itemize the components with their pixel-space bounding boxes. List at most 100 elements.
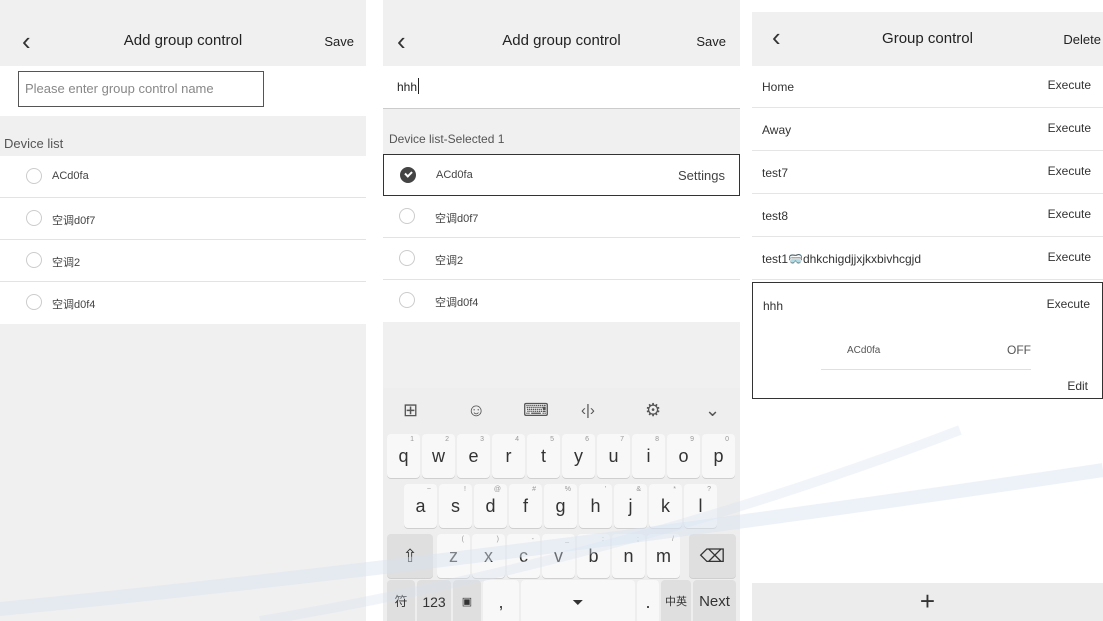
key-k[interactable]: * k: [649, 484, 682, 528]
key-o[interactable]: 9o: [667, 434, 700, 478]
device-row[interactable]: 空调d0f7: [0, 198, 366, 240]
delete-key[interactable]: ⌫: [689, 534, 736, 578]
symbol-key[interactable]: 符: [387, 580, 415, 621]
key-label: e: [468, 446, 479, 466]
key-u[interactable]: 7u: [597, 434, 630, 478]
key-w[interactable]: 2w: [422, 434, 455, 478]
execute-button[interactable]: Execute: [1047, 297, 1090, 311]
key-i[interactable]: 8i: [632, 434, 665, 478]
comma-key[interactable]: ,: [483, 580, 519, 621]
device-name: ACd0fa: [52, 170, 89, 182]
device-row-selected[interactable]: ACd0fa Settings: [383, 154, 740, 196]
group-name-input[interactable]: Please enter group control name: [18, 71, 264, 107]
execute-button[interactable]: Execute: [1048, 250, 1091, 264]
device-row[interactable]: 空调2: [383, 238, 740, 280]
device-row[interactable]: ACd0fa: [0, 156, 366, 198]
radio-button[interactable]: [26, 210, 42, 226]
settings-button[interactable]: Settings: [678, 168, 725, 183]
device-name: ACd0fa: [847, 345, 881, 356]
key-n[interactable]: ; n: [612, 534, 645, 578]
radio-button-checked[interactable]: [400, 167, 416, 183]
radio-button[interactable]: [399, 250, 415, 266]
device-name: ACd0fa: [436, 169, 473, 181]
key-z[interactable]: (z: [437, 534, 470, 578]
delete-button[interactable]: Delete: [1063, 32, 1101, 47]
language-key[interactable]: 中英: [661, 580, 691, 621]
radio-button[interactable]: [399, 292, 415, 308]
next-key[interactable]: Next: [693, 580, 736, 621]
device-row[interactable]: 空调2: [0, 240, 366, 282]
key-row-2: ~ a! s @ d # f% g ' h & j * k? l: [383, 484, 740, 528]
key-v[interactable]: _ v: [542, 534, 575, 578]
emoji-icon[interactable]: ☺: [467, 400, 485, 421]
device-row[interactable]: 空调d0f4: [0, 282, 366, 324]
radio-button[interactable]: [399, 208, 415, 224]
keyboard-icon[interactable]: ⌨: [523, 400, 549, 421]
edit-button[interactable]: Edit: [1067, 379, 1088, 393]
key-p[interactable]: 0p: [702, 434, 735, 478]
plus-icon[interactable]: +: [920, 586, 935, 616]
add-group-screen-empty: ‹ Add group control Save Please enter gr…: [0, 0, 366, 621]
key-a[interactable]: ~ a: [404, 484, 437, 528]
key-h[interactable]: ' h: [579, 484, 612, 528]
space-key[interactable]: ⏷: [521, 580, 635, 621]
key-j[interactable]: & j: [614, 484, 647, 528]
key-y[interactable]: 6y: [562, 434, 595, 478]
key-e[interactable]: 3e: [457, 434, 490, 478]
execute-button[interactable]: Execute: [1048, 78, 1091, 92]
group-name: test7: [762, 166, 789, 180]
key-l[interactable]: ? l: [684, 484, 717, 528]
key-g[interactable]: % g: [544, 484, 577, 528]
group-row[interactable]: test8 Execute: [752, 195, 1103, 237]
group-row[interactable]: test1🥽dhkchigdjjxjkxbivhcgjd Execute: [752, 238, 1103, 280]
period-key[interactable]: .: [637, 580, 659, 621]
clipboard-icon[interactable]: ▣: [453, 580, 481, 621]
grid-icon[interactable]: ⊞: [403, 400, 418, 421]
soft-keyboard: ⊞ ☺ ⌨ ‹|› ⚙ ⌄ 1q2w3e4r5t6y7u8i9o0p ~ a! s @…: [383, 388, 740, 621]
key-r[interactable]: 4r: [492, 434, 525, 478]
key-m[interactable]: / m: [647, 534, 680, 578]
save-button[interactable]: Save: [324, 34, 354, 49]
group-row[interactable]: Home Execute: [752, 66, 1103, 108]
key-x[interactable]: ) x: [472, 534, 505, 578]
radio-button[interactable]: [26, 168, 42, 184]
key-s[interactable]: ! s: [439, 484, 472, 528]
key-row-3: ⇧ ⌫ (z) x - c _ v: b; n / m: [383, 534, 740, 578]
key-d[interactable]: @ d: [474, 484, 507, 528]
number-key[interactable]: 123: [417, 580, 451, 621]
key-b[interactable]: :b: [577, 534, 610, 578]
key-hint: (: [461, 536, 464, 543]
chevron-down-icon[interactable]: ⌄: [705, 400, 720, 421]
key-t[interactable]: 5t: [527, 434, 560, 478]
shift-key[interactable]: ⇧: [387, 534, 433, 578]
key-hint: ?: [707, 486, 711, 493]
gear-icon[interactable]: ⚙: [645, 400, 661, 421]
device-name: 空调2: [52, 257, 81, 269]
radio-button[interactable]: [26, 252, 42, 268]
device-row[interactable]: 空调d0f7: [383, 196, 740, 238]
group-row-expanded[interactable]: hhh Execute ACd0fa OFF Edit: [752, 282, 1103, 399]
execute-button[interactable]: Execute: [1048, 121, 1091, 135]
group-name-input[interactable]: hhh: [397, 80, 417, 94]
key-label: g: [555, 496, 566, 516]
radio-button[interactable]: [26, 294, 42, 310]
group-row[interactable]: test7 Execute: [752, 152, 1103, 194]
key-label: x: [484, 546, 493, 566]
execute-button[interactable]: Execute: [1048, 164, 1091, 178]
group-name: Away: [762, 123, 792, 137]
execute-button[interactable]: Execute: [1048, 207, 1091, 221]
save-button[interactable]: Save: [696, 34, 726, 49]
cursor-icon[interactable]: ‹|›: [581, 402, 595, 419]
key-hint: *: [673, 486, 676, 493]
key-hint: %: [564, 486, 571, 493]
device-row[interactable]: 空调d0f4: [383, 280, 740, 322]
device-name: 空调d0f7: [52, 215, 96, 227]
key-q[interactable]: 1q: [387, 434, 420, 478]
key-hint: /: [672, 536, 674, 543]
key-label: m: [656, 546, 671, 566]
group-row[interactable]: Away Execute: [752, 109, 1103, 151]
key-c[interactable]: -c: [507, 534, 540, 578]
key-f[interactable]: # f: [509, 484, 542, 528]
key-hint: 0: [725, 436, 729, 443]
key-label: c: [519, 546, 528, 566]
